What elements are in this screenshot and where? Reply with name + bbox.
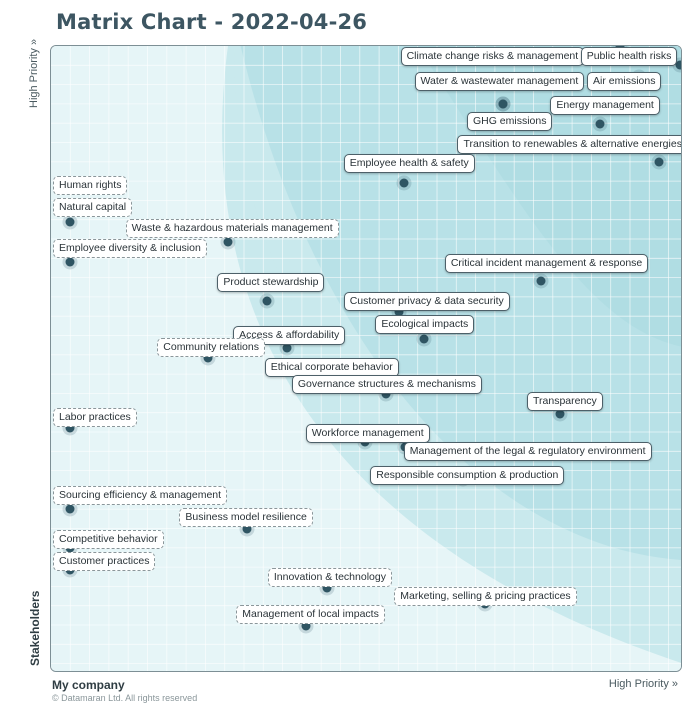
data-label[interactable]: Air emissions bbox=[587, 72, 662, 92]
data-label[interactable]: Management of the legal & regulatory env… bbox=[403, 441, 652, 461]
data-label[interactable]: Sourcing efficiency & management bbox=[53, 486, 228, 506]
data-label[interactable]: Customer practices bbox=[53, 552, 156, 572]
data-point[interactable] bbox=[595, 119, 605, 129]
plot-area: Climate change risks & management Public … bbox=[50, 45, 682, 672]
data-label[interactable]: Public health risks bbox=[580, 47, 678, 67]
data-label[interactable]: Critical incident management & response bbox=[444, 254, 649, 274]
data-point[interactable] bbox=[654, 157, 664, 167]
data-label[interactable]: Human rights bbox=[53, 175, 128, 195]
data-label[interactable]: Ecological impacts bbox=[375, 315, 475, 335]
data-label[interactable]: Energy management bbox=[550, 96, 660, 116]
data-label[interactable]: Community relations bbox=[157, 337, 265, 357]
data-label[interactable]: Competitive behavior bbox=[53, 530, 164, 550]
data-point[interactable] bbox=[419, 334, 429, 344]
data-point[interactable] bbox=[399, 178, 409, 188]
data-label[interactable]: Product stewardship bbox=[217, 273, 325, 293]
y-axis-label: Stakeholders bbox=[28, 590, 42, 666]
data-label[interactable]: Marketing, selling & pricing practices bbox=[394, 586, 577, 606]
x-axis-high-label: High Priority » bbox=[608, 678, 678, 690]
chart-title: Matrix Chart - 2022-04-26 bbox=[56, 10, 368, 34]
data-label[interactable]: Labor practices bbox=[53, 407, 137, 427]
data-label[interactable]: Transition to renewables & alternative e… bbox=[457, 135, 681, 155]
data-label[interactable]: Customer privacy & data security bbox=[343, 291, 510, 311]
data-label[interactable]: Climate change risks & management bbox=[400, 47, 585, 67]
y-axis-high-label: High Priority » bbox=[28, 38, 40, 108]
data-point[interactable] bbox=[498, 99, 508, 109]
data-point[interactable] bbox=[282, 343, 292, 353]
data-label[interactable]: Management of local impacts bbox=[236, 605, 385, 625]
data-point[interactable] bbox=[223, 237, 233, 247]
data-label[interactable]: Employee diversity & inclusion bbox=[53, 238, 207, 258]
data-point[interactable] bbox=[65, 257, 75, 267]
data-label[interactable]: Innovation & technology bbox=[267, 567, 392, 587]
data-label[interactable]: Natural capital bbox=[53, 197, 133, 217]
data-point[interactable] bbox=[65, 217, 75, 227]
data-label[interactable]: Ethical corporate behavior bbox=[264, 357, 399, 377]
data-point[interactable] bbox=[262, 296, 272, 306]
data-label[interactable]: Workforce management bbox=[305, 423, 430, 443]
data-label[interactable]: GHG emissions bbox=[466, 111, 553, 131]
data-label[interactable]: Responsible consumption & production bbox=[370, 465, 565, 485]
data-point[interactable] bbox=[536, 276, 546, 286]
data-label[interactable]: Transparency bbox=[527, 392, 603, 412]
data-label[interactable]: Employee health & safety bbox=[343, 153, 475, 173]
copyright-text: © Datamaran Ltd. All rights reserved bbox=[52, 693, 198, 703]
x-axis-label: My company bbox=[52, 678, 125, 692]
data-label[interactable]: Waste & hazardous materials management bbox=[125, 218, 339, 238]
data-label[interactable]: Business model resilience bbox=[179, 508, 313, 528]
data-label[interactable]: Governance structures & mechanisms bbox=[291, 375, 482, 395]
data-label[interactable]: Water & wastewater management bbox=[414, 72, 585, 92]
data-point[interactable] bbox=[65, 504, 75, 514]
